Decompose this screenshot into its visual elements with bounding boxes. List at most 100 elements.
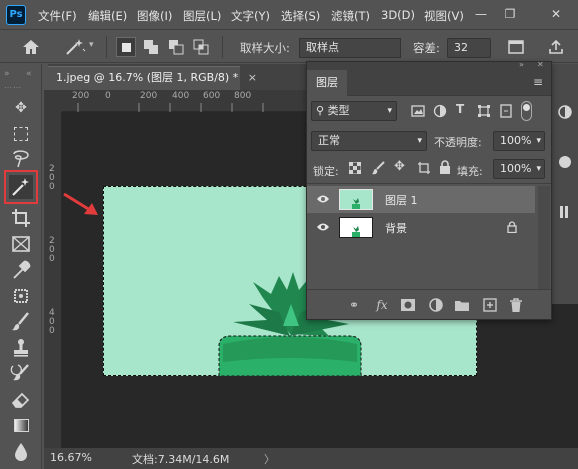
zoom-level[interactable]: 16.67% xyxy=(50,451,92,464)
tab-layers[interactable]: 图层 xyxy=(307,70,347,96)
vertical-ruler[interactable]: 2 0 0 2 0 0 4 0 0 xyxy=(44,112,62,448)
kind-filter-label: 类型 xyxy=(327,104,350,117)
properties-icon[interactable] xyxy=(557,154,573,170)
menu-type[interactable]: 文字(Y) xyxy=(231,8,270,24)
delete-layer-icon[interactable] xyxy=(507,296,525,314)
lock-position-icon[interactable]: ✥ xyxy=(394,159,405,174)
chevron-down-icon[interactable]: ▾ xyxy=(89,40,94,50)
close-icon[interactable]: ✕ xyxy=(546,4,566,24)
layers-panel: » ✕ 图层 ≡ ⚲ 类型 ▾ T 正常 ▾ 不透明度: 100% ▾ 锁定: … xyxy=(306,60,552,320)
chevron-down-icon: ▾ xyxy=(417,136,422,146)
sample-size-label: 取样大小: xyxy=(240,41,290,55)
lock-transparent-pixels-icon[interactable] xyxy=(349,162,361,174)
menu-layer[interactable]: 图层(L) xyxy=(183,8,221,24)
lock-all-icon[interactable] xyxy=(439,160,451,174)
adjustments-icon[interactable] xyxy=(557,104,573,120)
panel-close-icon[interactable]: ✕ xyxy=(537,60,544,69)
panel-menu-icon[interactable]: ≡ xyxy=(533,75,543,89)
opacity-label: 不透明度: xyxy=(434,136,482,149)
new-layer-icon[interactable] xyxy=(481,296,499,314)
menu-file[interactable]: 文件(F) xyxy=(38,8,77,24)
layer-row-background[interactable]: 背景 xyxy=(307,214,535,241)
opacity-input[interactable]: 100% ▾ xyxy=(493,131,545,151)
blur-tool-icon[interactable] xyxy=(9,440,33,464)
prevent-autonest-icon[interactable] xyxy=(417,161,431,175)
magic-wand-tool-icon[interactable] xyxy=(9,175,33,199)
ruler-label: 200 xyxy=(140,91,158,101)
new-selection-icon[interactable] xyxy=(116,37,136,57)
layer-thumbnail-plant xyxy=(352,226,360,237)
visibility-eye-icon[interactable] xyxy=(316,221,330,233)
filter-toggle[interactable] xyxy=(521,101,532,121)
workspace-icon[interactable] xyxy=(508,40,524,54)
tab-close-icon[interactable]: × xyxy=(248,71,257,84)
blend-mode-select[interactable]: 正常 ▾ xyxy=(311,131,427,151)
visibility-eye-icon[interactable] xyxy=(316,193,330,205)
lasso-tool-icon[interactable] xyxy=(9,148,33,172)
photoshop-logo: Ps xyxy=(6,5,26,25)
ruler-label: 800 xyxy=(234,91,252,101)
libraries-icon[interactable] xyxy=(557,204,573,220)
layers-scrollbar[interactable] xyxy=(538,186,550,289)
sample-size-select[interactable]: 取样点 xyxy=(299,38,401,58)
marquee-tool-icon[interactable] xyxy=(9,122,33,146)
link-layers-icon[interactable]: ⚭ xyxy=(345,296,363,314)
panel-title-strip[interactable]: » ✕ xyxy=(307,60,551,70)
layer-name[interactable]: 图层 1 xyxy=(385,192,418,208)
lock-image-pixels-icon[interactable] xyxy=(371,161,385,175)
move-tool-icon[interactable]: ✥ xyxy=(9,96,33,120)
filter-adjustment-icon[interactable] xyxy=(433,104,447,118)
layer-thumbnail xyxy=(339,217,373,238)
layer-row-layer1[interactable]: 图层 1 xyxy=(307,186,535,213)
new-group-icon[interactable] xyxy=(453,296,471,314)
layer-thumbnail xyxy=(339,189,373,210)
menu-image[interactable]: 图像(I) xyxy=(137,8,172,24)
status-menu-arrow[interactable]: 〉 xyxy=(264,451,275,467)
history-brush-tool-icon[interactable] xyxy=(9,362,33,386)
crop-tool-icon[interactable] xyxy=(9,206,33,230)
frame-tool-icon[interactable] xyxy=(9,232,33,256)
intersect-selection-icon[interactable] xyxy=(191,37,211,57)
subtract-from-selection-icon[interactable] xyxy=(166,37,186,57)
gradient-tool-icon[interactable] xyxy=(9,414,33,438)
clone-stamp-tool-icon[interactable] xyxy=(9,336,33,360)
filter-pixel-icon[interactable] xyxy=(411,104,425,118)
eraser-tool-icon[interactable] xyxy=(9,388,33,412)
grip-icon[interactable]: ⋯⋯ xyxy=(4,83,22,92)
lock-label: 锁定: xyxy=(313,165,339,178)
document-tab[interactable]: 1.jpeg @ 16.7% (图层 1, RGB/8) * × xyxy=(48,66,257,90)
chevron-down-icon: ▾ xyxy=(536,164,541,174)
magic-wand-preset-icon[interactable] xyxy=(64,38,86,56)
menu-3d[interactable]: 3D(D) xyxy=(381,8,415,22)
collapse-panel-icon[interactable]: » xyxy=(519,60,524,69)
eyedropper-tool-icon[interactable] xyxy=(9,258,33,282)
fx-icon[interactable]: fx xyxy=(373,296,391,314)
menu-select[interactable]: 选择(S) xyxy=(281,8,320,24)
menu-view[interactable]: 视图(V) xyxy=(424,8,464,24)
restore-icon[interactable]: ❐ xyxy=(500,4,520,24)
divider xyxy=(106,36,107,58)
fill-input[interactable]: 100% ▾ xyxy=(493,159,545,179)
home-icon[interactable] xyxy=(22,39,40,55)
ruler-label: 0 xyxy=(49,326,55,336)
tolerance-input[interactable]: 32 xyxy=(447,38,491,58)
kind-filter-select[interactable]: ⚲ 类型 ▾ xyxy=(311,101,397,121)
share-icon[interactable] xyxy=(548,39,564,55)
brush-tool-icon[interactable] xyxy=(9,310,33,334)
panel-footer: ⚭ fx xyxy=(307,289,551,319)
collapse-icon[interactable]: » xyxy=(4,69,10,79)
new-adjustment-layer-icon[interactable] xyxy=(427,296,445,314)
menu-filter[interactable]: 滤镜(T) xyxy=(331,8,370,24)
healing-brush-tool-icon[interactable] xyxy=(9,284,33,308)
filter-smart-object-icon[interactable] xyxy=(499,104,513,118)
add-to-selection-icon[interactable] xyxy=(141,37,161,57)
expand-panel-icon[interactable]: « xyxy=(26,69,32,79)
ruler-label: 400 xyxy=(172,91,190,101)
filter-type-icon[interactable]: T xyxy=(456,102,464,116)
minimize-icon[interactable]: — xyxy=(471,4,491,24)
menu-edit[interactable]: 编辑(E) xyxy=(88,8,127,24)
filter-shape-icon[interactable] xyxy=(477,104,491,118)
ruler-origin[interactable] xyxy=(44,90,62,112)
add-mask-icon[interactable] xyxy=(399,296,417,314)
layer-name[interactable]: 背景 xyxy=(385,220,407,236)
